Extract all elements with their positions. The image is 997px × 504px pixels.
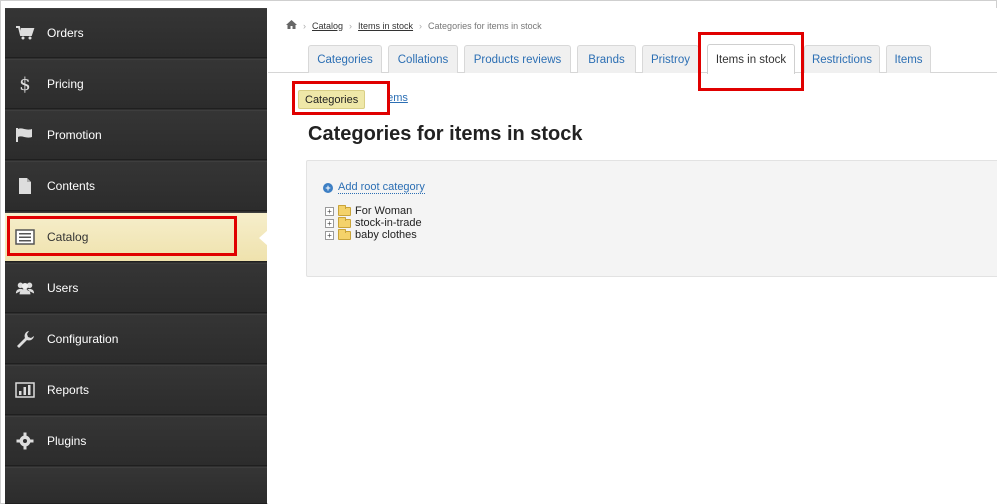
cart-icon (15, 23, 35, 43)
sidebar-item-promotion[interactable]: Promotion (5, 110, 267, 160)
folder-icon (338, 204, 351, 216)
document-icon (15, 176, 35, 196)
sidebar-item-reports[interactable]: Reports (5, 365, 267, 415)
breadcrumb-separator: › (303, 20, 306, 31)
tree-node-label: stock-in-trade (355, 217, 422, 229)
sidebar-item-label: Plugins (47, 434, 87, 448)
sidebar-item-orders[interactable]: Orders (5, 8, 267, 58)
sidebar-item-plugins[interactable]: Plugins (5, 416, 267, 466)
sidebar: Orders $ Pricing Promotion Contents Cata… (5, 8, 268, 504)
sidebar-item-label: Orders (47, 26, 84, 40)
tab-items-in-stock[interactable]: Items in stock (707, 44, 795, 74)
breadcrumb-link-items-in-stock[interactable]: Items in stock (358, 21, 413, 31)
tab-items[interactable]: Items (886, 45, 931, 73)
tab-collations[interactable]: Collations (388, 45, 458, 73)
tab-pristroy[interactable]: Pristroy (642, 45, 699, 73)
sidebar-item-label: Promotion (47, 128, 102, 142)
folder-icon (338, 216, 351, 228)
breadcrumb: › Catalog › Items in stock › Categories … (286, 20, 542, 31)
dollar-icon: $ (19, 73, 31, 95)
expand-icon[interactable]: + (325, 230, 334, 240)
breadcrumb-current: Categories for items in stock (428, 20, 542, 31)
tab-restrictions[interactable]: Restrictions (804, 45, 880, 73)
list-icon (15, 227, 35, 247)
tab-categories[interactable]: Categories (308, 45, 382, 73)
sidebar-item-label: Configuration (47, 332, 119, 346)
tab-brands[interactable]: Brands (577, 45, 636, 73)
tree-node-label: For Woman (355, 205, 413, 217)
flag-icon (15, 125, 35, 145)
sidebar-item-catalog[interactable]: Catalog (5, 212, 268, 262)
expand-icon[interactable]: + (325, 206, 334, 216)
page-title: Categories for items in stock (308, 123, 583, 145)
sidebar-item-label: Catalog (47, 230, 89, 244)
add-root-category-button[interactable]: + Add root category (323, 181, 425, 194)
gear-icon (15, 431, 35, 451)
tab-products-reviews[interactable]: Products reviews (464, 45, 571, 73)
add-root-category-label: Add root category (338, 181, 425, 194)
sidebar-item-pricing[interactable]: $ Pricing (5, 59, 267, 109)
tree-node[interactable]: + For Woman (325, 204, 422, 217)
sidebar-item-label: Contents (47, 179, 96, 193)
tab-bar: Categories Collations Products reviews B… (268, 44, 997, 74)
tree-node[interactable]: + baby clothes (325, 228, 422, 241)
sidebar-item-users[interactable]: Users (5, 263, 267, 313)
home-icon[interactable] (286, 20, 297, 31)
breadcrumb-link-catalog[interactable]: Catalog (312, 21, 343, 31)
sidebar-item-configuration[interactable]: Configuration (5, 314, 267, 364)
sidebar-item-label: Reports (47, 383, 90, 397)
tree-node[interactable]: + stock-in-trade (325, 216, 422, 229)
breadcrumb-separator: › (349, 20, 353, 31)
plus-circle-icon: + (323, 182, 333, 193)
sidebar-item-label: Pricing (47, 77, 84, 91)
bar-chart-icon (15, 380, 35, 400)
subtab-categories[interactable]: Categories (298, 90, 366, 109)
wrench-icon (15, 329, 35, 349)
folder-icon (338, 228, 351, 240)
users-icon (15, 278, 35, 298)
category-tree: + For Woman + stock-in-trade + baby clot… (325, 204, 422, 241)
sidebar-item-contents[interactable]: Contents (5, 161, 267, 211)
expand-icon[interactable]: + (325, 218, 334, 228)
subtab-items[interactable]: Items (381, 92, 408, 104)
sidebar-item-label: Users (47, 281, 79, 295)
sidebar-empty-row (5, 467, 267, 504)
category-tree-panel: + Add root category + For Woman + stock-… (306, 160, 997, 277)
breadcrumb-separator: › (419, 20, 423, 31)
main-content: › Catalog › Items in stock › Categories … (268, 8, 997, 504)
tree-node-label: baby clothes (355, 229, 417, 241)
